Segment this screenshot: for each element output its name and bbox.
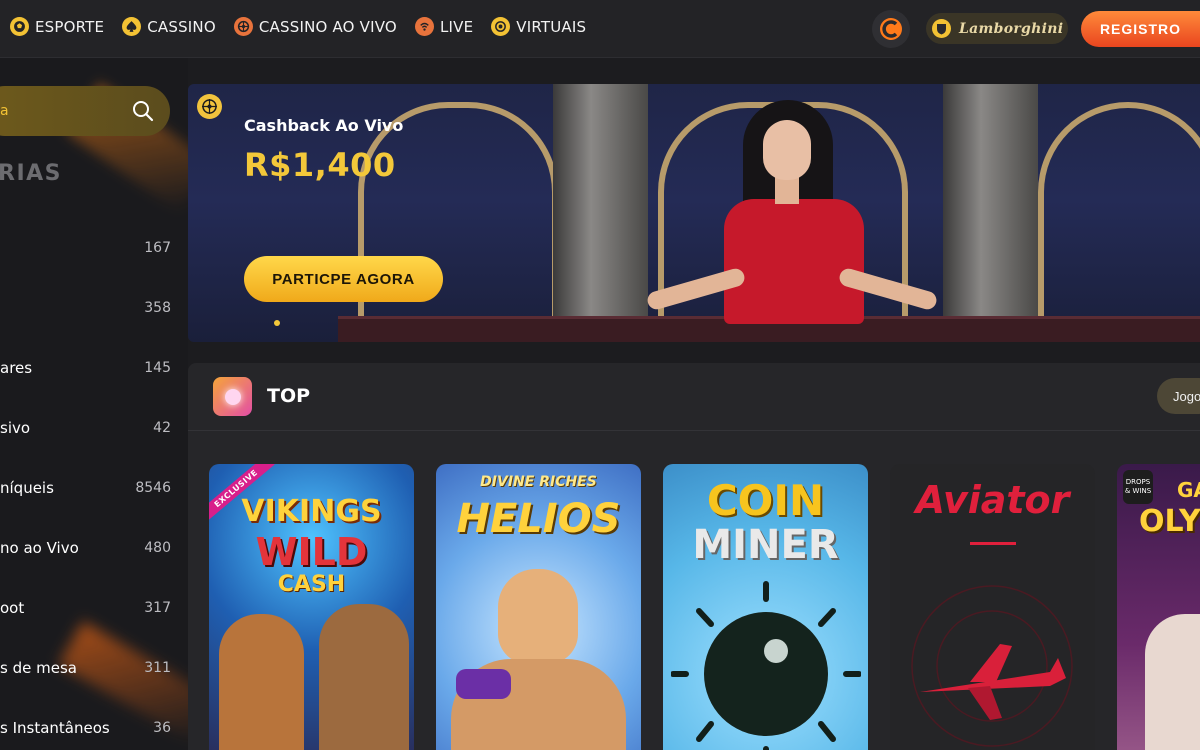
live-signal-icon: [414, 17, 434, 36]
game-title: DIVINE RICHES: [480, 474, 597, 490]
category-name: níqueis: [0, 479, 54, 497]
participate-button[interactable]: PARTICPE AGORA: [244, 256, 443, 302]
game-card-coin-miner[interactable]: COIN MINER: [663, 464, 868, 750]
category-item[interactable]: oot 317: [0, 578, 188, 638]
game-title: COIN: [706, 476, 825, 525]
category-item[interactable]: níqueis 8546: [0, 458, 188, 518]
category-item[interactable]: s Instantâneos 36: [0, 698, 188, 750]
top-games-section: TOP Jogo EXCLUSIVE VIKINGS WILD CASH DIV…: [188, 363, 1200, 750]
categories-heading: RIAS: [0, 161, 62, 186]
nav-item-esporte[interactable]: ESPORTE: [10, 17, 104, 36]
decorative-pillar: [943, 84, 1038, 342]
category-item[interactable]: 167: [0, 218, 188, 278]
category-count: 311: [144, 660, 171, 676]
character-art: [219, 614, 304, 750]
character-art: [319, 604, 409, 750]
section-title: TOP: [267, 385, 311, 407]
nav-label: CASSINO AO VIVO: [258, 17, 397, 36]
game-title: MINER: [692, 522, 839, 568]
category-item[interactable]: sivo 42: [0, 398, 188, 458]
sponsor-name: Lamborghini: [959, 20, 1064, 37]
character-art: [456, 669, 511, 699]
nav-item-live[interactable]: LIVE: [414, 17, 474, 36]
roulette-badge-icon: [197, 94, 222, 119]
search-value: a: [0, 103, 9, 119]
promo-banner[interactable]: Cashback Ao Vivo R$1,400 PARTICPE AGORA: [188, 84, 1200, 342]
category-count: 317: [144, 600, 171, 616]
category-count: 480: [144, 540, 171, 556]
mine-icon: [671, 581, 861, 750]
character-art: [498, 569, 578, 664]
decorative-line: [970, 542, 1016, 545]
banner-amount: R$1,400: [244, 146, 396, 184]
category-item[interactable]: s de mesa 311: [0, 638, 188, 698]
drops-wins-badge: DROPS & WINS: [1123, 470, 1153, 504]
brand-logo-icon[interactable]: [872, 10, 910, 48]
category-count: 8546: [135, 480, 171, 496]
game-title: OLY: [1139, 504, 1200, 539]
game-card-vikings-wild-cash[interactable]: EXCLUSIVE VIKINGS WILD CASH: [209, 464, 414, 750]
dealer-image: [724, 199, 864, 324]
search-input[interactable]: a: [0, 86, 170, 136]
section-header: TOP Jogo: [188, 363, 1200, 431]
category-list: 167 358 ares 145 sivo 42 níqueis 8546 no ao…: [0, 218, 188, 750]
sidebar: a RIAS 167 358 ares 145 sivo 42 níqueis 854…: [0, 58, 188, 750]
game-title: CASH: [277, 572, 346, 597]
game-card-gates-of-olympus[interactable]: DROPS & WINS GA OLY: [1117, 464, 1200, 750]
category-count: 145: [144, 360, 171, 376]
decorative-pillar: [553, 84, 648, 342]
nav-item-cassino-ao-vivo[interactable]: CASSINO AO VIVO: [233, 17, 397, 36]
main-nav: ESPORTE CASSINO CASSINO AO VIVO LIVE VIR…: [10, 17, 586, 36]
category-name: oot: [0, 599, 25, 617]
soccer-ball-icon: [10, 17, 29, 36]
top-navigation-bar: ESPORTE CASSINO CASSINO AO VIVO LIVE VIR…: [0, 0, 1200, 58]
lamborghini-shield-icon: [932, 19, 951, 38]
category-name: sivo: [0, 419, 31, 437]
character-art: [1145, 614, 1200, 750]
roulette-icon: [233, 17, 253, 36]
decorative-arch: [1038, 102, 1200, 322]
nav-item-virtuais[interactable]: VIRTUAIS: [491, 17, 586, 36]
carousel-indicator[interactable]: [274, 320, 280, 326]
banner-subtitle: Cashback Ao Vivo: [244, 116, 404, 135]
category-count: 42: [153, 420, 171, 436]
airplane-icon: [911, 585, 1073, 747]
game-title: Aviator: [915, 478, 1070, 522]
dealer-image: [763, 120, 811, 180]
category-item[interactable]: no ao Vivo 480: [0, 518, 188, 578]
nav-label: ESPORTE: [35, 17, 105, 36]
category-item[interactable]: ares 145: [0, 338, 188, 398]
game-title: HELIOS: [456, 496, 621, 542]
category-name: ares: [0, 359, 33, 377]
category-count: 358: [144, 300, 171, 316]
nav-item-cassino[interactable]: CASSINO: [122, 17, 216, 36]
category-item[interactable]: 358: [0, 278, 188, 338]
virtual-icon: [491, 17, 511, 36]
category-name: s Instantâneos: [0, 719, 110, 737]
game-card-aviator[interactable]: Aviator: [890, 464, 1095, 750]
view-all-games-button[interactable]: Jogo: [1157, 378, 1200, 414]
game-title: VIKINGS: [241, 494, 382, 529]
register-button[interactable]: REGISTRO: [1081, 11, 1200, 47]
category-name: no ao Vivo: [0, 539, 79, 557]
category-count: 167: [144, 240, 171, 256]
nav-label: CASSINO: [147, 17, 216, 36]
game-title: WILD: [255, 530, 368, 574]
game-card-helios[interactable]: DIVINE RICHES HELIOS: [436, 464, 641, 750]
game-title: GA: [1177, 478, 1200, 502]
sponsor-badge[interactable]: Lamborghini: [926, 13, 1068, 44]
spade-icon: [122, 17, 142, 36]
category-count: 36: [153, 720, 171, 736]
top-fire-icon: [213, 377, 252, 416]
nav-label: LIVE: [439, 17, 474, 36]
category-name: s de mesa: [0, 659, 77, 677]
game-cards: EXCLUSIVE VIKINGS WILD CASH DIVINE RICHE…: [209, 464, 1200, 750]
nav-label: VIRTUAIS: [516, 17, 587, 36]
search-icon[interactable]: [132, 100, 154, 126]
